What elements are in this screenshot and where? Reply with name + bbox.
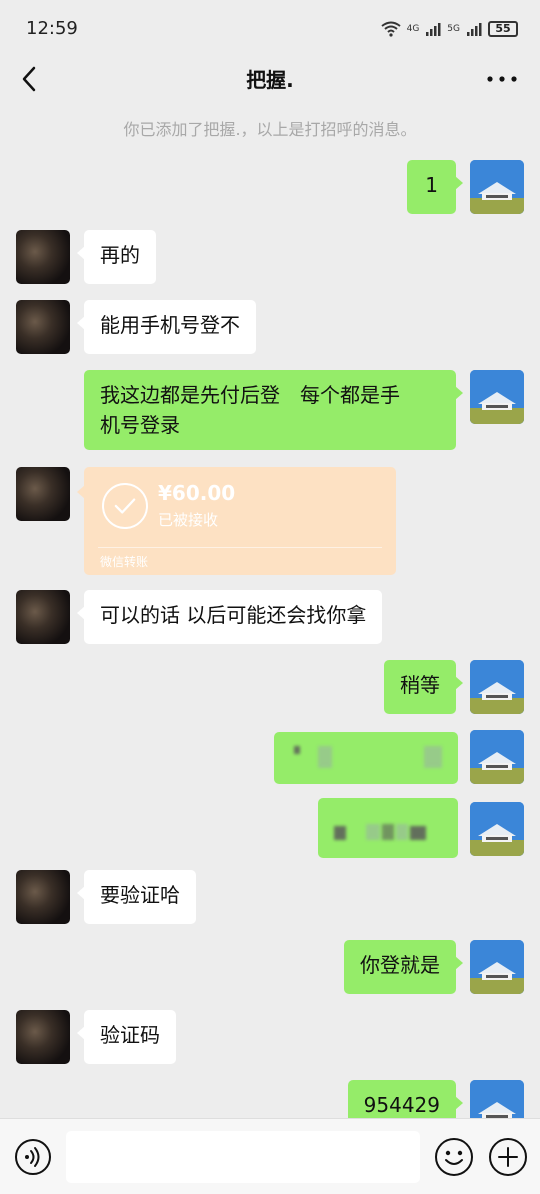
incoming-bubble[interactable]: 验证码 — [77, 1010, 176, 1064]
avatar-image — [470, 660, 524, 714]
outgoing-bubble[interactable]: 954429 — [347, 1080, 464, 1118]
outgoing-bubble[interactable]: 稍等 — [384, 660, 463, 714]
contact-avatar[interactable] — [16, 230, 70, 284]
my-avatar[interactable] — [470, 1080, 524, 1118]
chat-title: 把握. — [246, 68, 294, 92]
transfer-amount: ¥60.00 — [158, 481, 236, 505]
contact-avatar[interactable] — [16, 300, 70, 354]
transfer-card[interactable]: ¥60.00 已被接收 微信转账 — [77, 467, 396, 575]
redacted-bubble[interactable] — [274, 732, 458, 784]
transfer-footer: 微信转账 — [100, 555, 149, 569]
message-input[interactable] — [66, 1131, 420, 1183]
contact-avatar[interactable] — [16, 870, 70, 924]
status-bar: 12:59 4G 5G 55 — [0, 0, 540, 58]
my-avatar[interactable] — [470, 940, 524, 994]
redaction-mark — [382, 824, 394, 840]
network-label-2: 5G — [447, 24, 460, 34]
battery-icon: 55 — [488, 21, 518, 37]
bubble-line: 我这边都是先付后登 每个都是手 — [100, 383, 400, 407]
avatar-image — [470, 730, 524, 784]
my-avatar[interactable] — [470, 802, 524, 856]
redaction-mark — [410, 826, 426, 840]
redaction-mark — [334, 826, 346, 840]
my-avatar[interactable] — [470, 160, 524, 214]
chat-header: 把握. — [0, 58, 540, 100]
avatar-image — [470, 160, 524, 214]
plus-icon[interactable] — [488, 1137, 528, 1177]
my-avatar[interactable] — [470, 660, 524, 714]
status-icons: 4G 5G 55 — [380, 18, 518, 40]
redaction-mark — [424, 746, 442, 768]
signal-icon — [426, 23, 441, 36]
redacted-bubble[interactable] — [318, 798, 458, 858]
emoji-icon[interactable] — [434, 1137, 474, 1177]
incoming-bubble[interactable]: 再的 — [77, 230, 156, 284]
incoming-bubble[interactable]: 要验证哈 — [77, 870, 196, 924]
redaction-mark — [366, 824, 380, 840]
outgoing-bubble[interactable]: 我这边都是先付后登 每个都是手 机号登录 — [84, 370, 463, 450]
avatar-image — [470, 1080, 524, 1118]
outgoing-bubble[interactable]: 1 — [407, 160, 463, 214]
avatar-image — [470, 802, 524, 856]
my-avatar[interactable] — [470, 370, 524, 424]
outgoing-bubble[interactable]: 你登就是 — [344, 940, 463, 994]
bubble-line: 机号登录 — [100, 413, 180, 437]
wifi-icon — [380, 21, 401, 37]
network-label-1: 4G — [406, 24, 420, 34]
incoming-bubble[interactable]: 可以的话 以后可能还会找你拿 — [76, 590, 383, 644]
system-message: 你已添加了把握.，以上是打招呼的消息。 — [123, 120, 417, 139]
divider — [98, 547, 382, 548]
incoming-bubble[interactable]: 能用手机号登不 — [77, 300, 256, 354]
my-avatar[interactable] — [470, 730, 524, 784]
status-time: 12:59 — [26, 18, 78, 39]
transfer-status: 已被接收 — [158, 511, 219, 529]
redaction-mark — [396, 824, 408, 840]
avatar-image — [470, 940, 524, 994]
contact-avatar[interactable] — [16, 1010, 70, 1064]
chat-message-list[interactable]: 你已添加了把握.，以上是打招呼的消息。 1 再的 能用手机号登不 我这边都是先付… — [0, 100, 540, 1118]
redaction-mark — [318, 746, 332, 768]
voice-icon[interactable] — [14, 1138, 52, 1176]
more-options-icon[interactable] — [482, 64, 522, 94]
contact-avatar[interactable] — [16, 590, 70, 644]
redaction-mark — [294, 746, 300, 754]
check-icon — [102, 483, 148, 529]
message-input-bar — [0, 1118, 540, 1194]
avatar-image — [470, 370, 524, 424]
contact-avatar[interactable] — [16, 467, 70, 521]
signal-icon — [467, 23, 482, 36]
